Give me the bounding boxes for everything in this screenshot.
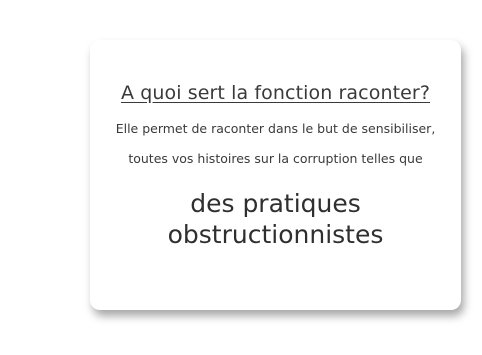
- description-line-1: Elle permet de raconter dans le but de s…: [115, 121, 436, 136]
- highlight-line-2: obstructionnistes: [167, 220, 384, 249]
- page-background: A quoi sert la fonction raconter? Elle p…: [0, 0, 482, 355]
- rotating-highlight-text: des pratiques obstructionnistes: [90, 188, 461, 250]
- card-description: Elle permet de raconter dans le but de s…: [90, 114, 461, 174]
- description-line-2: toutes vos histoires sur la corruption t…: [128, 151, 423, 166]
- highlight-line-1: des pratiques: [190, 189, 361, 218]
- card-title: A quoi sert la fonction raconter?: [120, 82, 431, 104]
- info-card: A quoi sert la fonction raconter? Elle p…: [90, 40, 461, 310]
